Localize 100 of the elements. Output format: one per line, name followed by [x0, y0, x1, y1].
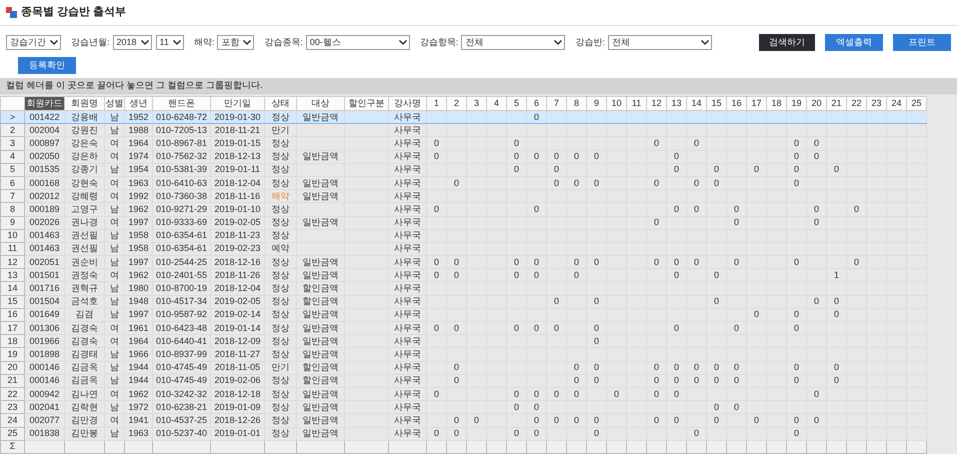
- table-row[interactable]: 8 000189 고영구 남 1962 010-9271-29 2019-01-10 정상 사무국 0 0 0 0 0 0 0: [0, 202, 926, 216]
- table-row[interactable]: 18 001966 김경숙 여 1964 010-6440-41 2018-12-09 정상 일반금액 사무국 0: [0, 334, 926, 348]
- column-header[interactable]: 24: [886, 96, 906, 110]
- column-header[interactable]: 19: [786, 96, 806, 110]
- row-header[interactable]: 6: [0, 176, 24, 190]
- button[interactable]: 검색하기: [759, 34, 815, 51]
- dropdown[interactable]: 전체: [608, 35, 712, 50]
- table-row[interactable]: 7 002012 강혜령 여 1992 010-7360-38 2018-11-16 해약 일반금액 사무국: [0, 190, 926, 203]
- column-header[interactable]: 20: [806, 96, 826, 110]
- row-header[interactable]: 18: [0, 334, 24, 348]
- column-header[interactable]: 15: [706, 96, 726, 110]
- column-header[interactable]: 성별: [104, 96, 124, 110]
- button[interactable]: 엑셀출력: [825, 34, 883, 51]
- row-header[interactable]: 4: [0, 150, 24, 164]
- table-row[interactable]: 10 001463 권선필 남 1958 010-6354-61 2018-11-23 정상 사무국: [0, 229, 926, 242]
- column-header[interactable]: 23: [866, 96, 886, 110]
- table-cell: 0: [526, 400, 546, 414]
- column-header[interactable]: 16: [726, 96, 746, 110]
- column-header[interactable]: 생년: [124, 96, 152, 110]
- column-header[interactable]: 13: [666, 96, 686, 110]
- dropdown[interactable]: 포함: [217, 35, 254, 50]
- column-header[interactable]: 25: [906, 96, 926, 110]
- column-header[interactable]: 8: [566, 96, 586, 110]
- row-header[interactable]: 14: [0, 282, 24, 296]
- table-row[interactable]: 12 002051 권순비 남 1997 010-2544-25 2018-12-16 정상 일반금액 사무국 0 0 0 0 0 0 0 0 0 0 0 0: [0, 256, 926, 269]
- column-header[interactable]: 회원카드: [24, 96, 64, 110]
- column-header[interactable]: 할인구분: [344, 96, 388, 110]
- row-header[interactable]: 2: [0, 124, 24, 137]
- table-row[interactable]: 9 002026 권나경 여 1997 010-9333-69 2019-02-05 정상 일반금액 사무국 0 0 0: [0, 216, 926, 230]
- button[interactable]: 프린트: [893, 34, 951, 51]
- row-header[interactable]: 3: [0, 136, 24, 150]
- table-row[interactable]: 19 001898 김경태 남 1966 010-8937-99 2018-11-27 정상 일반금액 사무국: [0, 348, 926, 362]
- table-row[interactable]: 6 000168 강현숙 여 1963 010-6410-63 2018-12-04 정상 일반금액 사무국 0 0 0 0 0 0 0 0: [0, 176, 926, 190]
- column-header[interactable]: 강사명: [388, 96, 426, 110]
- row-header[interactable]: 25: [0, 427, 24, 440]
- table-row[interactable]: 3 000897 강은숙 여 1964 010-8967-81 2019-01-15 정상 사무국 0 0 0 0 0 0: [0, 136, 926, 150]
- column-header[interactable]: 9: [586, 96, 606, 110]
- dropdown[interactable]: 11: [156, 35, 184, 50]
- table-row[interactable]: 17 001306 김경숙 여 1961 010-6423-48 2019-01-14 정상 일반금액 사무국 0 0 0 0 0 0 0 0 0: [0, 322, 926, 335]
- row-header[interactable]: 5: [0, 163, 24, 176]
- table-cell: 0: [786, 414, 806, 427]
- row-header[interactable]: 23: [0, 400, 24, 414]
- row-header[interactable]: 15: [0, 295, 24, 308]
- row-header[interactable]: 20: [0, 361, 24, 374]
- column-header[interactable]: 상태: [264, 96, 296, 110]
- table-row[interactable]: 23 002041 김락현 남 1972 010-6238-21 2019-01-09 정상 일반금액 사무국 0 0 0 0: [0, 400, 926, 414]
- row-header[interactable]: 24: [0, 414, 24, 427]
- column-header[interactable]: 대상: [296, 96, 344, 110]
- column-header[interactable]: 10: [606, 96, 626, 110]
- table-row[interactable]: 15 001504 금석호 남 1948 010-4517-34 2019-02-05 정상 할인금액 사무국 0 0 0 0 0: [0, 295, 926, 308]
- table-row[interactable]: 24 002077 김만경 여 1941 010-4537-25 2018-12-26 정상 일반금액 사무국 0 0 0 0 0 0 0 0 0 0 0 0: [0, 414, 926, 427]
- row-header[interactable]: 10: [0, 229, 24, 242]
- table-row[interactable]: 2 002004 강원진 남 1988 010-7205-13 2018-11-21 만기 사무국: [0, 124, 926, 137]
- row-header[interactable]: 13: [0, 268, 24, 282]
- row-header[interactable]: 16: [0, 308, 24, 322]
- table-row[interactable]: 16 001649 김겸 남 1997 010-9587-92 2019-02-14 정상 일반금액 사무국 0 0 0: [0, 308, 926, 322]
- column-header[interactable]: 7: [546, 96, 566, 110]
- column-header[interactable]: 3: [466, 96, 486, 110]
- table-row[interactable]: 5 001535 강종기 남 1954 010-5381-39 2019-01-11 정상 사무국 0 0 0 0 0 0 0: [0, 163, 926, 176]
- table-row[interactable]: > 001422 강용배 남 1952 010-6248-72 2019-01-30 정상 일반금액 사무국 0: [0, 110, 926, 124]
- column-header[interactable]: 12: [646, 96, 666, 110]
- table-row[interactable]: 21 000146 김금옥 남 1944 010-4745-49 2019-02-06 정상 할인금액 사무국 0 0 0 0 0 0 0 0 0 0: [0, 374, 926, 388]
- row-header[interactable]: >: [0, 110, 24, 124]
- row-header[interactable]: 11: [0, 242, 24, 256]
- table-row[interactable]: 4 002050 강은하 여 1974 010-7562-32 2018-12-13 정상 일반금액 사무국 0 0 0 0 0 0 0 0 0: [0, 150, 926, 164]
- column-header[interactable]: 18: [766, 96, 786, 110]
- column-header[interactable]: 만기일: [210, 96, 264, 110]
- row-header[interactable]: 17: [0, 322, 24, 335]
- dropdown[interactable]: 전체: [461, 35, 566, 50]
- column-header[interactable]: 핸드폰: [152, 96, 210, 110]
- column-header[interactable]: 21: [826, 96, 846, 110]
- table-row[interactable]: 22 000942 김나연 여 1962 010-3242-32 2018-12-18 정상 일반금액 사무국 0 0 0 0 0 0 0 0 0: [0, 387, 926, 401]
- row-header[interactable]: 9: [0, 216, 24, 230]
- column-header[interactable]: 5: [506, 96, 526, 110]
- dropdown[interactable]: 00-헬스: [306, 35, 410, 50]
- table-row[interactable]: 25 001838 김만봉 남 1963 010-5237-40 2019-01-01 정상 일반금액 사무국 0 0 0 0 0 0 0: [0, 427, 926, 440]
- button[interactable]: 등록확인: [18, 57, 76, 74]
- dropdown[interactable]: 2018: [112, 35, 152, 50]
- column-header[interactable]: 4: [486, 96, 506, 110]
- column-header[interactable]: 1: [426, 96, 446, 110]
- row-header[interactable]: 8: [0, 202, 24, 216]
- column-header[interactable]: 2: [446, 96, 466, 110]
- table-row[interactable]: 13 001501 권정숙 여 1962 010-2401-55 2018-11-26 정상 일반금액 사무국 0 0 0 0 0 0 0 1: [0, 268, 926, 282]
- dropdown[interactable]: 강습기간: [6, 35, 61, 50]
- table-row[interactable]: 14 001716 권혁규 남 1980 010-8700-19 2018-12-04 정상 할인금액 사무국: [0, 282, 926, 296]
- column-header[interactable]: 6: [526, 96, 546, 110]
- column-header[interactable]: 17: [746, 96, 766, 110]
- row-header[interactable]: 19: [0, 348, 24, 362]
- table-cell: 001649: [24, 308, 64, 322]
- column-header[interactable]: 14: [686, 96, 706, 110]
- table-row[interactable]: 20 000146 김금옥 남 1944 010-4745-49 2018-11-05 만기 할인금액 사무국 0 0 0 0 0 0 0 0 0 0: [0, 361, 926, 374]
- row-header[interactable]: 12: [0, 256, 24, 269]
- column-header[interactable]: 회원명: [64, 96, 104, 110]
- column-header[interactable]: 22: [846, 96, 866, 110]
- row-header[interactable]: 7: [0, 190, 24, 203]
- column-header[interactable]: 11: [626, 96, 646, 110]
- table-cell: 0: [706, 414, 726, 427]
- table-row[interactable]: 11 001463 권선필 남 1958 010-6354-61 2019-02-23 예약 사무국: [0, 242, 926, 256]
- row-header[interactable]: 21: [0, 374, 24, 388]
- row-header[interactable]: 22: [0, 387, 24, 401]
